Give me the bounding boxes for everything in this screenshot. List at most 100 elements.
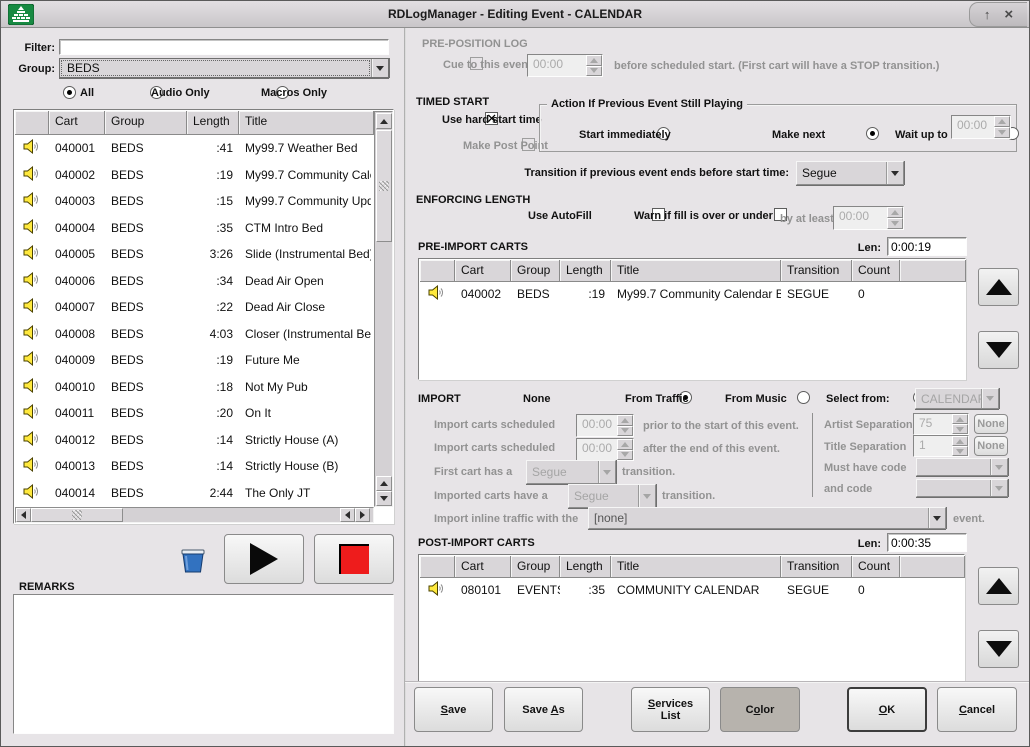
close-window-icon[interactable]: ×: [1004, 7, 1013, 22]
cart-list-row[interactable]: 040006 BEDS :34 Dead Air Open: [15, 268, 374, 295]
spin-up-icon[interactable]: [994, 116, 1010, 127]
cart-list-row[interactable]: 040005 BEDS 3:26 Slide (Instrumental Bed…: [15, 241, 374, 268]
spin-down-icon[interactable]: [586, 66, 602, 77]
col-cart[interactable]: Cart: [455, 556, 511, 578]
radio-all[interactable]: [63, 86, 76, 99]
pre-import-move-down-button[interactable]: [978, 331, 1019, 369]
group-select[interactable]: BEDS: [59, 58, 389, 78]
cancel-button[interactable]: Cancel: [937, 687, 1017, 732]
col-group[interactable]: Group: [105, 111, 187, 135]
artist-separation-none-button[interactable]: None: [974, 414, 1008, 434]
scroll-up-icon[interactable]: [376, 113, 392, 129]
cart-list-vscrollbar[interactable]: [374, 111, 393, 507]
col-group[interactable]: Group: [511, 556, 560, 578]
chevron-down-icon[interactable]: [371, 59, 388, 77]
select-from-select[interactable]: CALENDAR: [915, 388, 999, 409]
cart-list-row[interactable]: 040008 BEDS 4:03 Closer (Instrumental Be…: [15, 321, 374, 348]
col-count[interactable]: Count: [852, 260, 900, 282]
save-button[interactable]: Save: [414, 687, 493, 732]
col-cart[interactable]: Cart: [455, 260, 511, 282]
col-title[interactable]: Title: [611, 260, 781, 282]
post-import-len-input[interactable]: [888, 534, 966, 551]
cart-list-row[interactable]: 040009 BEDS :19 Future Me: [15, 347, 374, 374]
col-group[interactable]: Group: [511, 260, 560, 282]
and-code-select[interactable]: [916, 479, 1008, 497]
title-separation-spinbox[interactable]: 1: [913, 435, 969, 457]
remarks-textarea[interactable]: [14, 595, 393, 733]
spin-up-icon[interactable]: [952, 414, 968, 424]
spin-up-icon[interactable]: [617, 415, 633, 426]
sched-after-spinbox[interactable]: 00:00: [576, 438, 634, 461]
transition-select[interactable]: Segue: [796, 161, 904, 185]
services-list-button[interactable]: Services List: [631, 687, 710, 732]
chevron-down-icon[interactable]: [981, 389, 998, 408]
cart-list-row[interactable]: 040003 BEDS :15 My99.7 Community Upd: [15, 188, 374, 215]
col-length[interactable]: Length: [560, 260, 611, 282]
cart-list-row[interactable]: 040014 BEDS 2:44 The Only JT: [15, 480, 374, 507]
cart-list-row[interactable]: 040011 BEDS :20 On It: [15, 400, 374, 427]
artist-separation-spinbox[interactable]: 75: [913, 413, 969, 435]
title-separation-none-button[interactable]: None: [974, 436, 1008, 456]
scroll-up-icon[interactable]: [376, 476, 392, 491]
col-icon[interactable]: [420, 556, 455, 578]
col-cart[interactable]: Cart: [49, 111, 105, 135]
col-title[interactable]: Title: [239, 111, 374, 135]
col-filler[interactable]: [900, 260, 966, 282]
warn-margin-spinbox[interactable]: 00:00: [833, 206, 904, 230]
spin-down-icon[interactable]: [994, 127, 1010, 138]
cart-list-hscrollbar[interactable]: [15, 507, 374, 523]
scroll-right-icon[interactable]: [355, 508, 370, 522]
play-button[interactable]: [224, 534, 304, 584]
first-cart-transition-select[interactable]: Segue: [526, 460, 616, 484]
post-import-move-up-button[interactable]: [978, 567, 1019, 605]
scroll-down-icon[interactable]: [376, 491, 392, 506]
col-icon[interactable]: [15, 111, 49, 135]
must-have-code-select[interactable]: [916, 458, 1008, 476]
cart-list-row[interactable]: 040010 BEDS :18 Not My Pub: [15, 374, 374, 401]
hscroll-thumb[interactable]: [31, 508, 123, 522]
post-import-move-down-button[interactable]: [978, 630, 1019, 668]
cart-list-row[interactable]: 040012 BEDS :14 Strictly House (A): [15, 427, 374, 454]
scroll-left-icon[interactable]: [340, 508, 355, 522]
cue-time-spinbox[interactable]: 00:00: [527, 54, 603, 77]
chevron-down-icon[interactable]: [638, 485, 655, 507]
scroll-left-icon[interactable]: [16, 508, 31, 522]
col-transition[interactable]: Transition: [781, 260, 852, 282]
pre-import-move-up-button[interactable]: [978, 268, 1019, 306]
ok-button[interactable]: OK: [847, 687, 927, 732]
color-button[interactable]: Color: [720, 687, 800, 732]
wait-time-spinbox[interactable]: 00:00: [951, 115, 1011, 139]
spin-up-icon[interactable]: [617, 439, 633, 450]
col-length[interactable]: Length: [560, 556, 611, 578]
spin-up-icon[interactable]: [887, 207, 903, 218]
spin-down-icon[interactable]: [617, 450, 633, 461]
save-as-button[interactable]: Save As: [504, 687, 583, 732]
spin-down-icon[interactable]: [952, 446, 968, 456]
sched-prior-spinbox[interactable]: 00:00: [576, 414, 634, 437]
pre-import-len-input[interactable]: [888, 238, 966, 255]
cart-list-row[interactable]: 040002 BEDS :19 My99.7 Community Cale: [15, 162, 374, 189]
col-icon[interactable]: [420, 260, 455, 282]
col-length[interactable]: Length: [187, 111, 239, 135]
import-cart-row[interactable]: 040002 BEDS :19 My99.7 Community Calenda…: [420, 282, 966, 306]
titlebar[interactable]: RDLogManager - Editing Event - CALENDAR …: [1, 1, 1029, 28]
import-cart-row[interactable]: 080101 EVENTS :35 COMMUNITY CALENDAR SEG…: [420, 578, 965, 602]
imported-transition-select[interactable]: Segue: [568, 484, 656, 508]
spin-down-icon[interactable]: [887, 218, 903, 229]
col-title[interactable]: Title: [611, 556, 781, 578]
trash-icon[interactable]: [178, 545, 208, 577]
col-count[interactable]: Count: [852, 556, 900, 578]
spin-down-icon[interactable]: [617, 426, 633, 437]
spin-up-icon[interactable]: [586, 55, 602, 66]
chevron-down-icon[interactable]: [990, 459, 1007, 475]
chevron-down-icon[interactable]: [990, 480, 1007, 496]
cart-list-row[interactable]: 040001 BEDS :41 My99.7 Weather Bed: [15, 135, 374, 162]
chevron-down-icon[interactable]: [928, 508, 945, 528]
inline-traffic-select[interactable]: [none]: [588, 507, 946, 529]
cart-list-row[interactable]: 040004 BEDS :35 CTM Intro Bed: [15, 215, 374, 242]
chevron-down-icon[interactable]: [598, 461, 615, 483]
radio-import-traffic[interactable]: [797, 391, 810, 404]
spin-down-icon[interactable]: [952, 424, 968, 434]
col-transition[interactable]: Transition: [781, 556, 852, 578]
spin-up-icon[interactable]: [952, 436, 968, 446]
